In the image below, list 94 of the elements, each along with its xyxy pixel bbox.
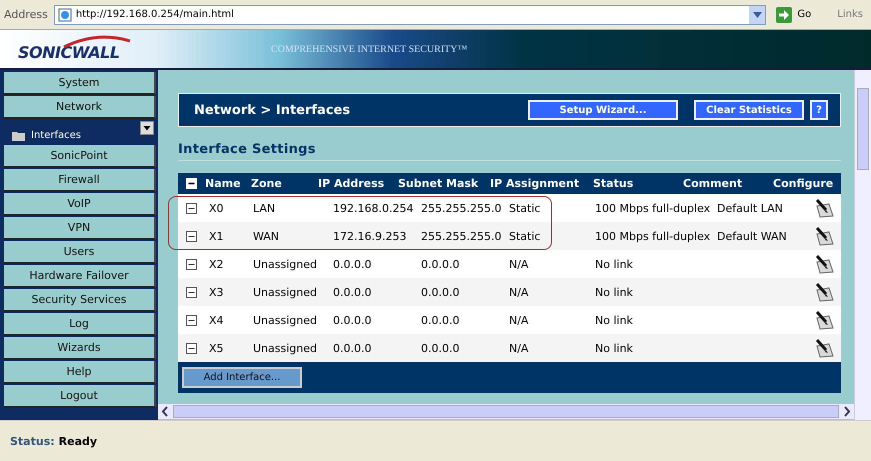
tagline: COMPREHENSIVE INTERNET SECURITY™ [271,44,468,54]
table-cell-text: X4 [208,314,225,326]
table-cell-text: Default WAN [717,230,788,242]
header-button[interactable]: Clear Statistics [694,100,804,120]
column-header: Subnet Mask [398,177,480,190]
column-header: IP Address [318,177,386,190]
pencil-page-icon[interactable] [813,226,835,246]
table-cell-text: 0.0.0.0 [333,314,372,326]
table-cell-text: 0.0.0.0 [421,258,460,270]
table-cell-text: No link [595,258,634,270]
column-header: Status [593,177,634,190]
column-header: Comment [683,177,744,190]
table-cell-text: 0.0.0.0 [421,314,460,326]
header-button[interactable]: Setup Wizard... [528,100,678,120]
table-cell-text: 100 Mbps full-duplex [595,202,712,214]
pencil-page-icon[interactable] [813,282,835,302]
help-button[interactable]: ? [810,100,828,120]
arrow-icon [776,6,792,22]
table-cell-text: Static [509,202,542,214]
nav-item[interactable]: Help [4,361,156,384]
collapse-icon[interactable] [186,230,197,242]
table-cell-text: WAN [253,230,280,242]
address-label: Address [4,8,48,21]
table-cell-text: 172.16.9.253 [333,230,408,242]
pencil-page-icon[interactable] [813,338,835,358]
horizontal-scrollbar[interactable] [158,404,854,419]
nav-item[interactable]: VPN [4,217,156,240]
table-cell-text: 0.0.0.0 [421,286,460,298]
status-label: Status: [10,434,55,448]
table-cell-text: LAN [253,202,276,214]
collapse-icon[interactable] [186,258,197,270]
table-cell-text: 0.0.0.0 [421,342,460,354]
table-cell-text: X3 [208,286,225,298]
nav-item[interactable]: Security Services [4,289,156,312]
pencil-page-icon[interactable] [813,310,835,330]
logo: SONICWALL [18,35,136,63]
submenu-item[interactable]: Interfaces [4,120,156,142]
table-cell-text: Unassigned [253,258,318,270]
table-cell-text: 255.255.255.0 [421,202,502,214]
table-cell-text: Unassigned [253,286,318,298]
collapse-icon[interactable] [186,286,197,298]
table-cell-text: No link [595,314,634,326]
column-header: Name [205,177,242,190]
folder-icon [12,131,25,141]
section-title: Interface Settings [178,142,841,161]
go-button[interactable]: Go [772,6,832,22]
table-cell-text: X0 [208,202,225,214]
nav-item[interactable]: Wizards [4,337,156,360]
caret-icon [752,12,762,18]
table-cell-text: Unassigned [253,314,318,326]
table-cell-text: N/A [509,314,530,326]
page-title: Network > Interfaces [194,102,352,118]
collapse-icon[interactable] [186,314,197,326]
page-icon [58,8,72,22]
table-cell-text: Default LAN [717,202,784,214]
nav-item[interactable]: Network [4,96,156,119]
table-cell-text: No link [595,286,634,298]
table-cell-text: 255.255.255.0 [421,230,502,242]
column-header: IP Assignment [490,177,580,190]
table-cell-text: N/A [509,258,530,270]
links-label[interactable]: Links [837,9,867,20]
pencil-page-icon[interactable] [813,198,835,218]
table-cell-text: Unassigned [253,342,318,354]
nav-item[interactable]: System [4,72,156,95]
url-field[interactable]: http://192.168.0.254/main.html [54,4,766,24]
collapse-icon[interactable] [186,342,197,354]
table-cell-text: N/A [509,286,530,298]
table-cell-text: X1 [208,230,225,242]
column-header: Configure [773,177,834,190]
column-header: Zone [251,177,283,190]
vertical-scrollbar[interactable] [854,70,871,420]
table-cell-text: X2 [208,258,225,270]
table-cell-text: X5 [208,342,225,354]
nav-item[interactable]: VoIP [4,193,156,216]
table-cell-text: N/A [509,342,530,354]
nav-item[interactable]: Log [4,313,156,336]
table-cell-text: 100 Mbps full-duplex [595,230,712,242]
table-cell-text: 0.0.0.0 [333,258,372,270]
table-cell-text: 0.0.0.0 [333,286,372,298]
add-interface-button[interactable]: Add Interface... [182,367,302,388]
nav-item[interactable]: SonicPoint [4,145,156,168]
table-cell-text: No link [595,342,634,354]
pencil-page-icon[interactable] [813,254,835,274]
table-cell-text: Static [509,230,542,242]
nav-item[interactable]: Firewall [4,169,156,192]
nav-item[interactable]: Hardware Failover [4,265,156,288]
table-cell-text: 192.168.0.254 [333,202,414,214]
nav-item[interactable]: Users [4,241,156,264]
table-cell-text: 0.0.0.0 [333,342,372,354]
collapse-icon[interactable] [186,202,197,214]
nav-item[interactable]: Logout [4,385,156,408]
status-value: Ready [58,434,98,448]
dropdown-button[interactable] [749,6,766,24]
dropdown-icon[interactable] [140,121,154,135]
